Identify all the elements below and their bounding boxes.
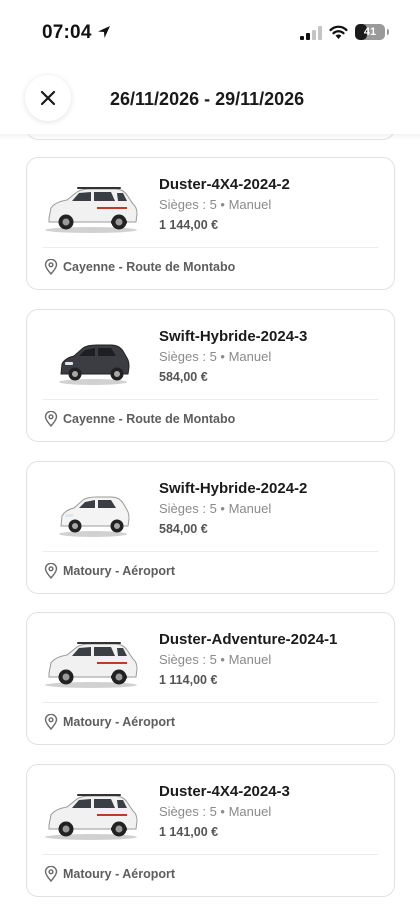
location-pin-icon bbox=[44, 259, 58, 275]
car-name: Duster-Adventure-2024-1 bbox=[159, 631, 338, 648]
car-card[interactable]: Duster-Adventure-2024-1 Sièges : 5 • Man… bbox=[26, 612, 395, 745]
car-card[interactable]: Swift-Hybride-2024-3 Sièges : 5 • Manuel… bbox=[26, 309, 395, 442]
car-name: Duster-4X4-2024-3 bbox=[159, 783, 290, 800]
car-image bbox=[59, 496, 130, 537]
card-divider bbox=[43, 854, 378, 855]
car-name: Swift-Hybride-2024-2 bbox=[159, 480, 308, 497]
car-specs: Sièges : 5 • Manuel bbox=[159, 197, 272, 212]
car-name: Swift-Hybride-2024-3 bbox=[159, 328, 308, 345]
pickup-location: Matoury - Aéroport bbox=[63, 867, 176, 881]
car-image bbox=[45, 794, 138, 840]
pickup-location: Matoury - Aéroport bbox=[63, 715, 176, 729]
car-price: 584,00 € bbox=[159, 370, 208, 384]
car-specs: Sièges : 5 • Manuel bbox=[159, 349, 272, 364]
card-divider bbox=[43, 702, 378, 703]
battery-percent: 41 bbox=[363, 26, 377, 38]
car-price: 584,00 € bbox=[159, 522, 208, 536]
card-divider bbox=[43, 551, 378, 552]
pickup-location: Cayenne - Route de Montabo bbox=[63, 412, 236, 426]
car-image bbox=[59, 344, 130, 385]
location-pin-icon bbox=[44, 866, 58, 882]
header: 26/11/2026 - 29/11/2026 bbox=[0, 62, 420, 134]
car-price: 1 114,00 € bbox=[159, 673, 218, 687]
battery-tip bbox=[387, 29, 389, 35]
card-divider bbox=[43, 399, 378, 400]
close-button[interactable] bbox=[25, 75, 71, 121]
car-image bbox=[45, 187, 138, 233]
date-range-title: 26/11/2026 - 29/11/2026 bbox=[110, 89, 305, 109]
card-divider bbox=[43, 247, 378, 248]
pickup-location: Matoury - Aéroport bbox=[63, 564, 176, 578]
cellular-signal-icon bbox=[300, 26, 322, 40]
battery-indicator: 41 bbox=[355, 24, 385, 40]
pickup-location: Cayenne - Route de Montabo bbox=[63, 260, 236, 274]
car-name: Duster-4X4-2024-2 bbox=[159, 176, 290, 193]
car-specs: Sièges : 5 • Manuel bbox=[159, 501, 272, 516]
location-pin-icon bbox=[44, 563, 58, 579]
status-bar: 07:04 41 bbox=[0, 0, 420, 62]
close-icon bbox=[40, 90, 56, 106]
car-card[interactable]: Duster-4X4-2024-3 Sièges : 5 • Manuel 1 … bbox=[26, 764, 395, 897]
car-price: 1 141,00 € bbox=[159, 825, 219, 839]
car-price: 1 144,00 € bbox=[159, 218, 219, 232]
header-shadow bbox=[0, 134, 420, 140]
car-image bbox=[45, 642, 138, 688]
car-specs: Sièges : 5 • Manuel bbox=[159, 652, 272, 667]
location-arrow-icon bbox=[98, 26, 110, 38]
wifi-icon bbox=[329, 25, 348, 39]
car-specs: Sièges : 5 • Manuel bbox=[159, 804, 272, 819]
car-card[interactable]: Duster-4X4-2024-2 Sièges : 5 • Manuel 1 … bbox=[26, 157, 395, 290]
location-pin-icon bbox=[44, 411, 58, 427]
location-pin-icon bbox=[44, 714, 58, 730]
status-time: 07:04 bbox=[42, 22, 92, 43]
car-card[interactable]: Swift-Hybride-2024-2 Sièges : 5 • Manuel… bbox=[26, 461, 395, 594]
